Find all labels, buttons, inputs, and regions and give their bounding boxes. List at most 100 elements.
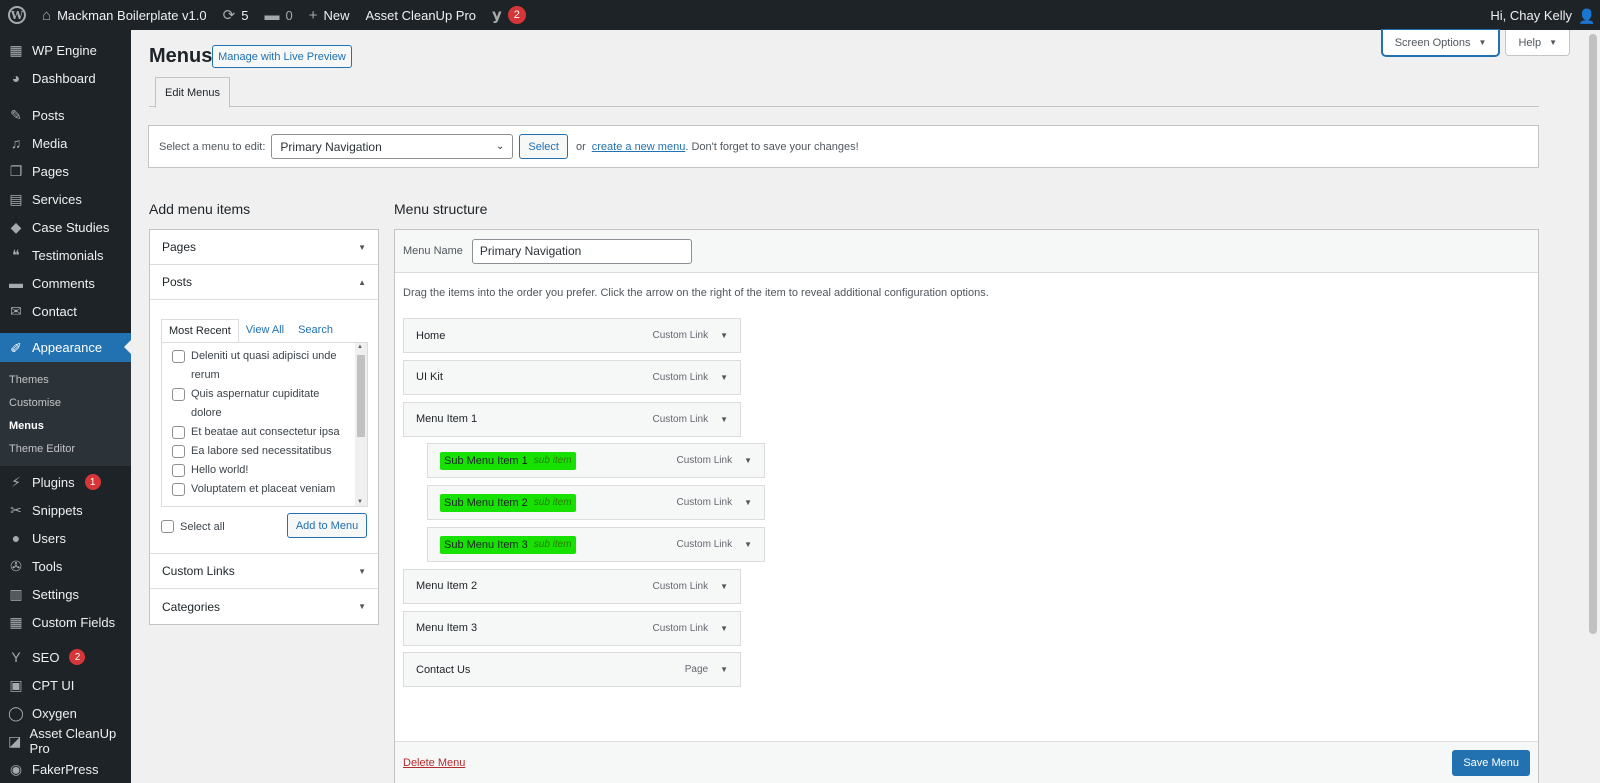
sidebar-item-pages[interactable]: ❐ Pages xyxy=(0,157,131,185)
highlighted-title: Sub Menu Item 3 sub item xyxy=(440,535,576,554)
tab-search[interactable]: Search xyxy=(291,319,340,343)
posts-panel: Most Recent View All Search ▲ ▼ Deleniti … xyxy=(150,300,378,554)
list-item[interactable]: Voluptatem et placeat veniam xyxy=(172,480,342,499)
menu-item[interactable]: Menu Item 3 Custom Link ▼ xyxy=(403,610,741,646)
caret-down-icon[interactable]: ▼ xyxy=(720,415,728,424)
help-button[interactable]: Help ▼ xyxy=(1505,30,1570,56)
sidebar-item-settings[interactable]: ▥ Settings xyxy=(0,580,131,608)
caret-down-icon: ▼ xyxy=(358,602,366,611)
post-checkbox[interactable] xyxy=(172,483,185,496)
menu-item[interactable]: Home Custom Link ▼ xyxy=(403,318,741,353)
sidebar-item-comments[interactable]: ▬ Comments xyxy=(0,269,131,297)
add-to-menu-button[interactable]: Add to Menu xyxy=(287,513,367,538)
menu-item[interactable]: UI Kit Custom Link ▼ xyxy=(403,359,741,395)
sidebar-item-services[interactable]: ▤ Services xyxy=(0,185,131,213)
menu-item[interactable]: Contact Us Page ▼ xyxy=(403,652,741,688)
list-item[interactable]: Quis aspernatur cupiditate dolore xyxy=(172,385,342,423)
screen-options-button[interactable]: Screen Options ▼ xyxy=(1381,30,1500,56)
comments-link[interactable]: ▬ 0 xyxy=(256,0,300,30)
plugins-icon: ⚡ xyxy=(11,474,21,490)
list-item[interactable]: Ea labore sed necessitatibus xyxy=(172,442,342,461)
menu-item-title: Sub Menu Item 1 xyxy=(444,454,528,467)
select-menu-button[interactable]: Select xyxy=(519,134,568,159)
sidebar-item-testimonials[interactable]: ❝ Testimonials xyxy=(0,241,131,269)
post-checkbox[interactable] xyxy=(172,388,185,401)
list-item[interactable]: Hello world! xyxy=(172,461,342,480)
sidebar-item-seo[interactable]: Y SEO 2 xyxy=(0,643,131,671)
new-content-link[interactable]: + New xyxy=(301,0,358,30)
sidebar-item-tools[interactable]: ✇ Tools xyxy=(0,552,131,580)
scroll-up-icon: ▲ xyxy=(357,344,363,350)
menu-item-type: Custom Link xyxy=(652,330,709,341)
sidebar-item-wp-engine[interactable]: ▦ WP Engine xyxy=(0,36,131,64)
list-item[interactable]: Et beatae aut consectetur ipsa xyxy=(172,423,342,442)
accordion-custom-links[interactable]: Custom Links ▼ xyxy=(150,554,378,589)
post-checkbox[interactable] xyxy=(172,350,185,363)
asset-cleanup-link[interactable]: Asset CleanUp Pro xyxy=(357,0,484,30)
post-checkbox[interactable] xyxy=(172,426,185,439)
create-new-menu-link[interactable]: create a new menu xyxy=(592,141,686,153)
tab-edit-menus[interactable]: Edit Menus xyxy=(155,77,231,108)
account-menu[interactable]: Hi, Chay Kelly 👤 xyxy=(1482,0,1600,30)
list-item[interactable]: Deleniti ut quasi adipisci unde rerum xyxy=(172,347,342,385)
sidebar-item-appearance[interactable]: ✐ Appearance xyxy=(0,333,131,362)
delete-menu-link[interactable]: Delete Menu xyxy=(403,757,465,769)
caret-down-icon[interactable]: ▼ xyxy=(720,665,728,674)
wordpress-logo-button[interactable]: W xyxy=(0,0,34,30)
submenu-item-customise[interactable]: Customise xyxy=(0,391,131,414)
sidebar-item-users[interactable]: ● Users xyxy=(0,524,131,552)
submenu-item-theme-editor[interactable]: Theme Editor xyxy=(0,437,131,460)
post-checkbox[interactable] xyxy=(172,445,185,458)
select-all-checkbox[interactable] xyxy=(161,520,174,533)
accordion-pages[interactable]: Pages ▼ xyxy=(150,230,378,265)
post-checkbox[interactable] xyxy=(172,464,185,477)
submenu-item-menus[interactable]: Menus xyxy=(0,414,131,437)
wordpress-icon: W xyxy=(8,6,26,24)
sidebar-item-media[interactable]: ♫ Media xyxy=(0,129,131,157)
save-menu-button[interactable]: Save Menu xyxy=(1452,749,1530,776)
select-all-control[interactable]: Select all xyxy=(161,520,225,533)
caret-down-icon[interactable]: ▼ xyxy=(720,373,728,382)
home-icon: ⌂ xyxy=(42,6,52,24)
caret-down-icon: ▼ xyxy=(1478,38,1487,47)
menu-item[interactable]: Sub Menu Item 3 sub item Custom Link ▼ xyxy=(427,527,765,562)
tab-most-recent[interactable]: Most Recent xyxy=(161,319,239,343)
sidebar-item-dashboard[interactable]: ◕ Dashboard xyxy=(0,64,131,92)
tab-view-all[interactable]: View All xyxy=(239,319,291,343)
sidebar-item-plugins[interactable]: ⚡ Plugins 1 xyxy=(0,468,131,496)
window-scrollbar[interactable] xyxy=(1586,30,1600,783)
sidebar-item-fakerpress[interactable]: ◉ FakerPress xyxy=(0,755,131,783)
menu-select-dropdown[interactable]: Primary Navigation ⌄ xyxy=(271,134,514,159)
caret-down-icon[interactable]: ▼ xyxy=(744,498,752,507)
manage-live-preview-button[interactable]: Manage with Live Preview xyxy=(212,45,352,68)
caret-down-icon[interactable]: ▼ xyxy=(720,624,728,633)
sidebar-item-snippets[interactable]: ✂ Snippets xyxy=(0,496,131,524)
posts-tabs: Most Recent View All Search xyxy=(161,319,340,343)
menu-item[interactable]: Menu Item 2 Custom Link ▼ xyxy=(403,568,741,604)
accordion-posts[interactable]: Posts ▲ xyxy=(150,265,378,300)
updates-link[interactable]: ⟳ 5 xyxy=(215,0,257,30)
sidebar-item-asset-cleanup-pro[interactable]: ◪ Asset CleanUp Pro xyxy=(0,726,131,756)
menu-item[interactable]: Menu Item 1 Custom Link ▼ xyxy=(403,401,741,437)
custom-fields-icon: ▦ xyxy=(9,614,23,630)
menu-item[interactable]: Sub Menu Item 2 sub item Custom Link ▼ xyxy=(427,485,765,521)
sidebar-item-oxygen[interactable]: ◯ Oxygen xyxy=(0,699,131,727)
caret-down-icon[interactable]: ▼ xyxy=(720,582,728,591)
menu-name-input[interactable]: Primary Navigation xyxy=(471,238,692,264)
accordion-categories[interactable]: Categories ▼ xyxy=(150,589,378,624)
caret-down-icon[interactable]: ▼ xyxy=(744,540,752,549)
caret-down-icon[interactable]: ▼ xyxy=(720,331,728,340)
yoast-seo-link[interactable]: y2 xyxy=(484,0,534,30)
sidebar-item-posts[interactable]: ✎ Posts xyxy=(0,101,131,129)
sidebar-item-contact[interactable]: ✉ Contact xyxy=(0,297,131,325)
caret-down-icon[interactable]: ▼ xyxy=(744,456,752,465)
menu-item[interactable]: Sub Menu Item 1 sub item Custom Link ▼ xyxy=(427,443,765,479)
sidebar-item-case-studies[interactable]: ◆ Case Studies xyxy=(0,213,131,241)
site-name-link[interactable]: ⌂ Mackman Boilerplate v1.0 xyxy=(34,0,215,30)
submenu-item-themes[interactable]: Themes xyxy=(0,368,131,391)
checklist-scrollbar[interactable]: ▲ ▼ xyxy=(355,343,367,506)
sidebar-item-custom-fields[interactable]: ▦ Custom Fields xyxy=(0,608,131,636)
sidebar-item-cpt-ui[interactable]: ▣ CPT UI xyxy=(0,671,131,699)
sub-item-tag: sub item xyxy=(533,538,572,550)
highlighted-title: Sub Menu Item 2 sub item xyxy=(440,493,576,512)
